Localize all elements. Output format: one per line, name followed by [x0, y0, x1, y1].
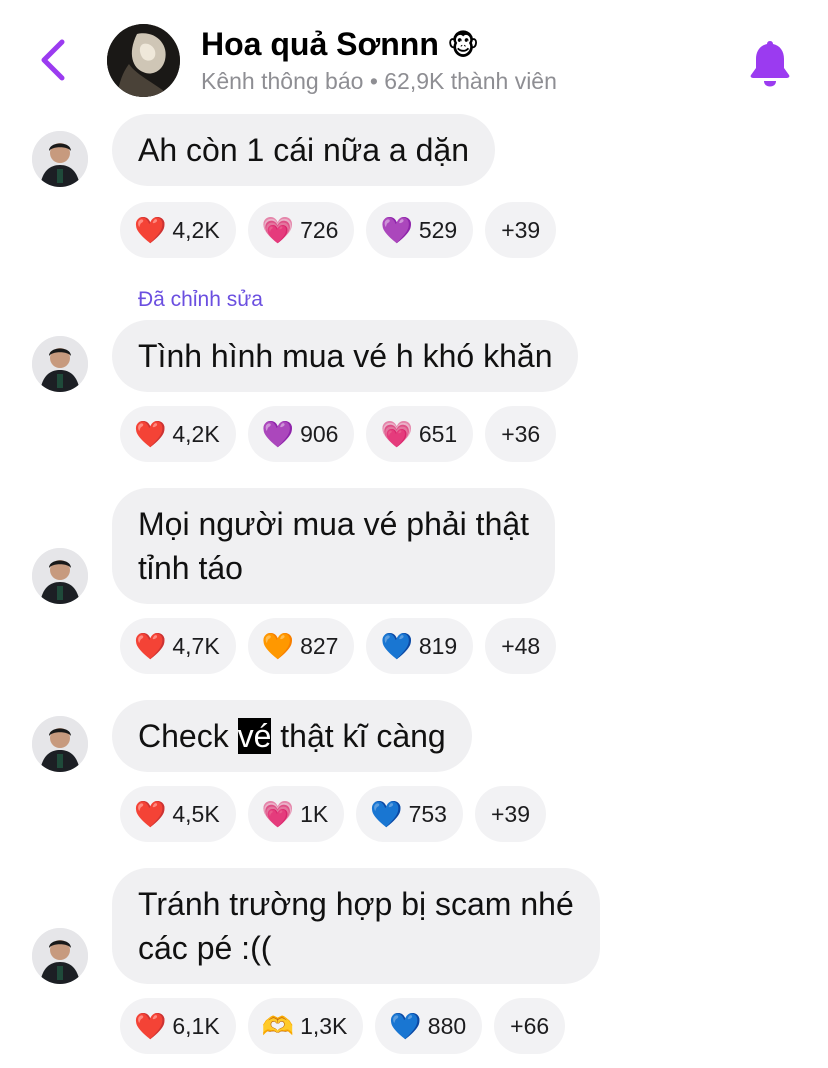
reaction-count: 906: [300, 420, 339, 447]
avatar-photo: [32, 548, 88, 604]
reaction-count: 4,7K: [172, 632, 220, 659]
message-text-line: tỉnh táo: [138, 550, 243, 586]
reaction-pill[interactable]: 💜 906: [247, 406, 355, 462]
sender-avatar[interactable]: [32, 131, 88, 187]
avatar-photo: [32, 716, 88, 772]
reaction-count: 4,2K: [172, 420, 220, 447]
reaction-count: 651: [418, 420, 458, 447]
reaction-pill[interactable]: 💗 1K: [247, 786, 345, 842]
sender-avatar[interactable]: [32, 336, 88, 392]
reactions-bar: ❤️ 4,2K 💜 906 💗 651 +36: [120, 406, 557, 462]
reaction-pill[interactable]: 🧡 827: [247, 618, 355, 674]
more-reactions-button[interactable]: +36: [485, 406, 557, 462]
selected-text: vé: [237, 718, 272, 754]
message-bubble[interactable]: Tình hình mua vé h khó khăn: [112, 320, 579, 392]
message-text: Ah còn 1 cái nữa a dặn: [138, 132, 469, 168]
edited-label: Đã chỉnh sửa: [138, 288, 263, 311]
channel-name: Hoa quả Sơnnn: [201, 26, 439, 62]
channel-title[interactable]: Hoa quả Sơnnn 🐵: [201, 26, 479, 63]
reaction-pill[interactable]: 💙 753: [356, 786, 463, 842]
blue-heart-emoji-icon: 💙: [389, 1011, 422, 1041]
pink-heart-emoji-icon: 💗: [261, 799, 295, 829]
reaction-pill[interactable]: ❤️ 4,7K: [120, 618, 236, 674]
reaction-pill[interactable]: 🫶 1,3K: [247, 998, 364, 1054]
reaction-count: 6,1K: [172, 1012, 220, 1039]
sender-avatar[interactable]: [32, 548, 88, 604]
reactions-bar: ❤️ 6,1K 🫶 1,3K 💙 880 +66: [120, 998, 566, 1054]
message-bubble[interactable]: Tránh trường hợp bị scam nhé các pé :((: [112, 868, 600, 984]
reaction-count: 819: [418, 632, 458, 659]
reaction-count: 827: [300, 632, 339, 659]
notification-bell-button[interactable]: [748, 38, 792, 88]
pink-heart-emoji-icon: 💗: [380, 419, 413, 449]
reaction-count: 1K: [300, 800, 329, 827]
reaction-count: 753: [408, 800, 447, 827]
pink-heart-emoji-icon: 💗: [261, 215, 295, 245]
message-text-line: Tránh trường hợp bị scam nhé: [138, 886, 574, 922]
red-heart-emoji-icon: ❤️: [134, 419, 167, 449]
reaction-pill[interactable]: 💜 529: [366, 202, 474, 258]
reaction-count: 4,2K: [172, 216, 220, 243]
reactions-bar: ❤️ 4,2K 💗 726 💜 529 +39: [120, 202, 557, 258]
purple-heart-emoji-icon: 💜: [261, 419, 295, 449]
more-reactions-button[interactable]: +48: [485, 618, 557, 674]
reaction-pill[interactable]: ❤️ 4,5K: [120, 786, 236, 842]
reaction-pill[interactable]: 💙 880: [375, 998, 483, 1054]
more-reactions-button[interactable]: +66: [494, 998, 566, 1054]
orange-heart-emoji-icon: 🧡: [261, 631, 295, 661]
message-text: thật kĩ càng: [271, 718, 446, 754]
reaction-count: 726: [300, 216, 339, 243]
sender-avatar[interactable]: [32, 928, 88, 984]
message-bubble[interactable]: Check vé thật kĩ càng: [112, 700, 472, 772]
reactions-bar: ❤️ 4,7K 🧡 827 💙 819 +48: [120, 618, 557, 674]
avatar-photo: [107, 24, 180, 97]
reaction-count: 529: [418, 216, 458, 243]
reactions-bar: ❤️ 4,5K 💗 1K 💙 753 +39: [120, 786, 546, 842]
bell-icon: [750, 41, 790, 87]
sender-avatar[interactable]: [32, 716, 88, 772]
blue-heart-emoji-icon: 💙: [370, 799, 403, 829]
more-reactions-button[interactable]: +39: [485, 202, 557, 258]
blue-heart-emoji-icon: 💙: [380, 631, 413, 661]
avatar-photo: [32, 336, 88, 392]
reaction-pill[interactable]: ❤️ 4,2K: [120, 202, 236, 258]
red-heart-emoji-icon: ❤️: [134, 1011, 167, 1041]
red-heart-emoji-icon: ❤️: [134, 631, 167, 661]
purple-heart-emoji-icon: 💜: [380, 215, 413, 245]
monkey-emoji-icon: 🐵: [446, 30, 480, 61]
avatar-photo: [32, 928, 88, 984]
red-heart-emoji-icon: ❤️: [134, 799, 167, 829]
message-bubble[interactable]: Mọi người mua vé phải thật tỉnh táo: [112, 488, 556, 604]
reaction-count: 4,5K: [172, 800, 220, 827]
more-reactions-button[interactable]: +39: [474, 786, 546, 842]
message-text: Check: [138, 718, 238, 754]
channel-avatar[interactable]: [107, 24, 180, 97]
channel-subtitle: Kênh thông báo • 62,9K thành viên: [201, 68, 557, 94]
heart-hands-emoji-icon: 🫶: [261, 1011, 295, 1041]
red-heart-emoji-icon: ❤️: [134, 215, 167, 245]
avatar-photo: [32, 131, 88, 187]
reaction-pill[interactable]: ❤️ 4,2K: [120, 406, 236, 462]
message-text-line: các pé :((: [138, 930, 272, 966]
back-button[interactable]: [34, 38, 74, 82]
reaction-pill[interactable]: 💙 819: [366, 618, 474, 674]
message-text-line: Mọi người mua vé phải thật: [138, 506, 530, 542]
reaction-pill[interactable]: 💗 726: [247, 202, 355, 258]
reaction-pill[interactable]: ❤️ 6,1K: [120, 998, 236, 1054]
channel-header: Hoa quả Sơnnn 🐵 Kênh thông báo • 62,9K th…: [0, 0, 828, 104]
reaction-count: 1,3K: [300, 1012, 348, 1039]
message-text: Tình hình mua vé h khó khăn: [138, 338, 553, 374]
reaction-count: 880: [427, 1012, 467, 1039]
reaction-pill[interactable]: 💗 651: [366, 406, 474, 462]
message-bubble[interactable]: Ah còn 1 cái nữa a dặn: [112, 114, 495, 186]
chevron-left-icon: [41, 39, 65, 81]
